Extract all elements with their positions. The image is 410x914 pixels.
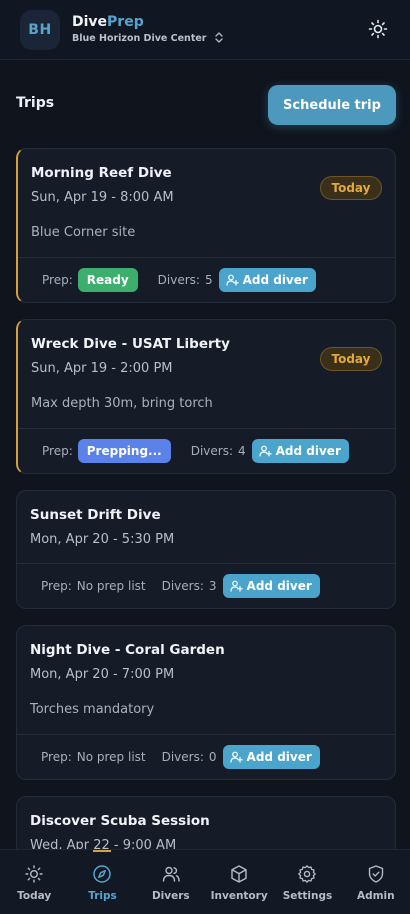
nav-trips[interactable]: Trips	[68, 850, 136, 914]
trip-time: Mon, Apr 20 - 7:00 PM	[30, 667, 175, 682]
active-indicator	[93, 850, 112, 852]
trip-title: Night Dive - Coral Garden	[30, 642, 225, 658]
nav-today[interactable]: Today	[0, 850, 68, 914]
user-plus-icon	[225, 274, 239, 286]
prep-status-text: No prep list	[76, 750, 146, 764]
prep-status-badge[interactable]: Prepping...	[77, 439, 171, 463]
nav-label: Settings	[282, 890, 333, 902]
prep-label: Prep:	[41, 750, 72, 764]
trip-footer: Prep: No prep list Divers: 0 Add diver	[17, 734, 395, 779]
trip-note: Blue Corner site	[31, 225, 136, 240]
divers-label: Divers:	[190, 444, 233, 458]
divers-count: 0	[208, 750, 217, 764]
trip-card[interactable]: Morning Reef Dive Sun, Apr 19 - 8:00 AM …	[16, 148, 396, 303]
trip-note: Torches mandatory	[30, 702, 155, 717]
divers-count: 3	[208, 579, 217, 593]
app-title-part1: Dive	[72, 13, 108, 30]
prep-status-badge[interactable]: Ready	[77, 268, 138, 292]
add-diver-button[interactable]: Add diver	[218, 268, 316, 292]
dive-center-switcher[interactable]: Blue Horizon Dive Center	[72, 31, 223, 46]
nav-label: Divers	[151, 890, 190, 902]
trip-card[interactable]: Night Dive - Coral Garden Mon, Apr 20 - …	[16, 625, 396, 780]
sun-icon	[25, 865, 43, 883]
divers-label: Divers:	[161, 579, 204, 593]
prep-status-text: No prep list	[76, 579, 146, 593]
sun-icon	[368, 19, 388, 39]
prep-label: Prep:	[42, 444, 73, 458]
divers-label: Divers:	[161, 750, 204, 764]
nav-label: Admin	[356, 890, 395, 902]
app-title-part2: Prep	[107, 13, 144, 30]
trip-title: Wreck Dive - USAT Liberty	[31, 336, 230, 352]
users-icon	[162, 866, 180, 882]
user-plus-icon	[229, 751, 243, 763]
theme-toggle-button[interactable]	[368, 19, 388, 39]
nav-label: Today	[17, 890, 52, 902]
nav-label: Inventory	[210, 890, 268, 902]
add-diver-label: Add diver	[242, 273, 308, 287]
prep-label: Prep:	[42, 273, 73, 287]
nav-label: Trips	[88, 890, 117, 902]
shield-check-icon	[368, 865, 383, 883]
trip-time: Sun, Apr 19 - 8:00 AM	[31, 190, 174, 205]
today-badge: Today	[320, 347, 382, 371]
add-diver-label: Add diver	[275, 444, 341, 458]
trip-time: Mon, Apr 20 - 5:30 PM	[30, 532, 175, 547]
add-diver-label: Add diver	[246, 750, 312, 764]
nav-settings[interactable]: Settings	[273, 850, 341, 914]
today-badge: Today	[320, 176, 382, 200]
app-header: BH DivePrep Blue Horizon Dive Center	[0, 0, 410, 60]
trip-note: Max depth 30m, bring torch	[31, 396, 213, 411]
divers-label: Divers:	[157, 273, 200, 287]
dive-center-name: Blue Horizon Dive Center	[72, 33, 207, 44]
compass-icon	[93, 865, 112, 883]
box-icon	[231, 865, 247, 883]
trip-footer: Prep: Ready Divers: 5 Add diver	[18, 257, 395, 302]
add-diver-label: Add diver	[246, 579, 312, 593]
avatar[interactable]: BH	[20, 9, 60, 50]
chevron-up-down-icon	[214, 31, 223, 46]
trips-header: Trips Schedule trip	[16, 85, 396, 125]
trip-footer: Prep: Prepping... Divers: 4 Add diver	[18, 428, 395, 473]
trip-card[interactable]: Sunset Drift Dive Mon, Apr 20 - 5:30 PM …	[16, 490, 396, 609]
trip-title: Morning Reef Dive	[31, 165, 172, 181]
trip-card[interactable]: Discover Scuba Session Wed, Apr 22 - 9:0…	[16, 796, 396, 849]
user-plus-icon	[229, 580, 243, 592]
app-title: DivePrep	[72, 14, 223, 31]
trip-title: Discover Scuba Session	[30, 813, 210, 829]
brand: DivePrep Blue Horizon Dive Center	[72, 14, 223, 46]
gear-icon	[298, 865, 317, 883]
trip-title: Sunset Drift Dive	[30, 507, 161, 523]
page-title: Trips	[16, 95, 55, 111]
nav-inventory[interactable]: Inventory	[205, 850, 273, 914]
trip-time: Wed, Apr 22 - 9:00 AM	[30, 838, 177, 849]
divers-count: 5	[204, 273, 213, 287]
add-diver-button[interactable]: Add diver	[251, 439, 349, 463]
nav-divers[interactable]: Divers	[137, 850, 205, 914]
bottom-nav: Today Trips Divers Inventory Settings Ad…	[0, 849, 410, 914]
trips-page: Trips Schedule trip Morning Reef Dive Su…	[0, 61, 410, 849]
trip-footer: Prep: No prep list Divers: 3 Add diver	[17, 563, 395, 608]
add-diver-button[interactable]: Add diver	[222, 745, 320, 769]
prep-label: Prep:	[41, 579, 72, 593]
user-plus-icon	[259, 445, 272, 457]
add-diver-button[interactable]: Add diver	[222, 574, 320, 598]
nav-admin[interactable]: Admin	[342, 850, 410, 914]
trip-card[interactable]: Wreck Dive - USAT Liberty Sun, Apr 19 - …	[16, 319, 396, 474]
trip-time: Sun, Apr 19 - 2:00 PM	[31, 361, 173, 376]
schedule-trip-button[interactable]: Schedule trip	[268, 85, 396, 125]
divers-count: 4	[238, 444, 246, 458]
